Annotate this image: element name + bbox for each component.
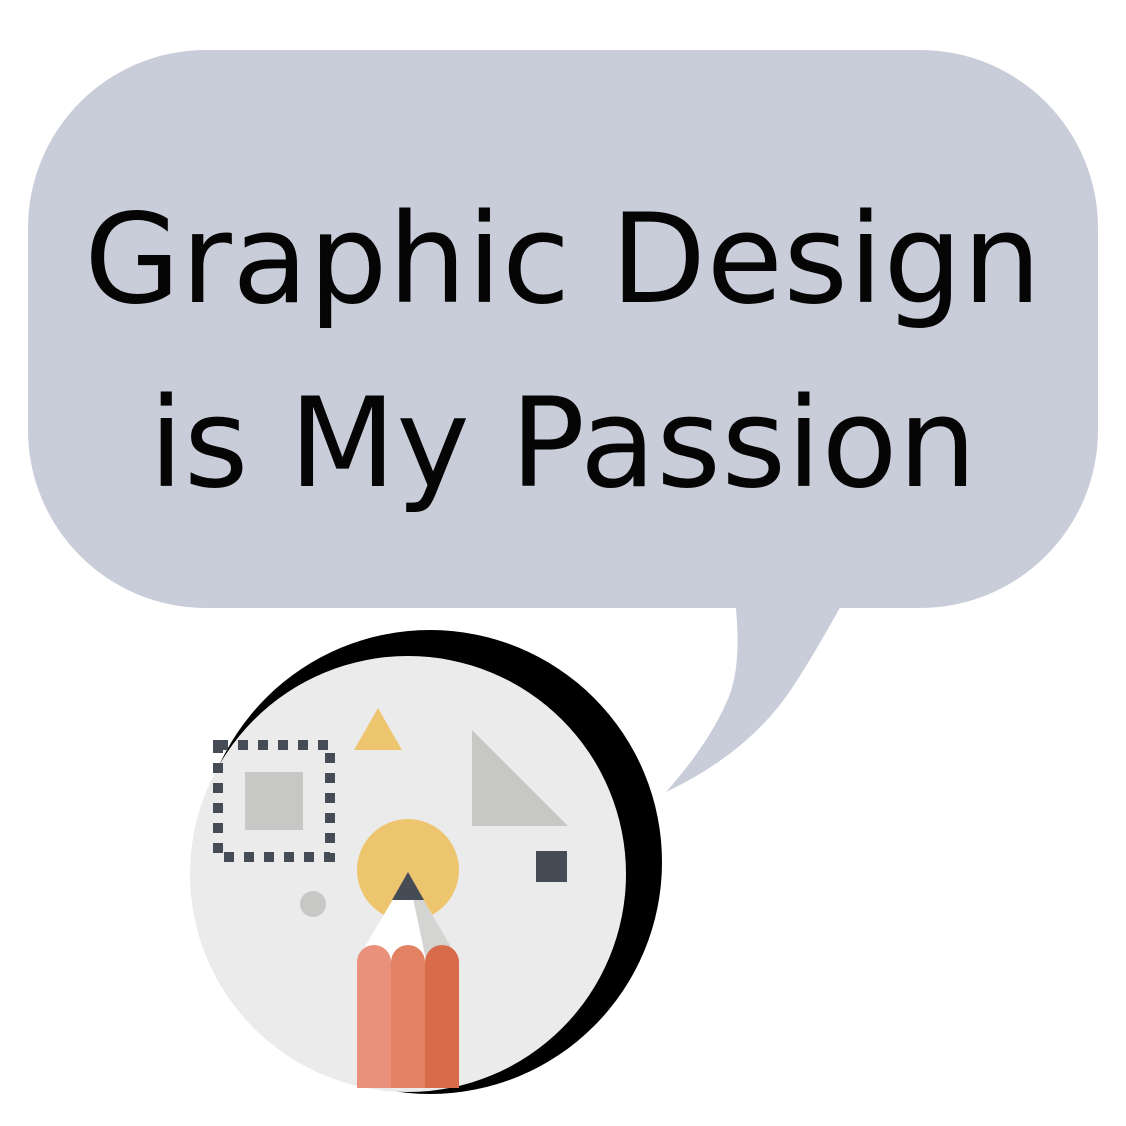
headline: Graphic Design is My Passion	[60, 168, 1066, 536]
headline-line-2: is My Passion	[148, 372, 978, 516]
dot-shape-icon	[300, 891, 326, 917]
pencil-body-left	[357, 962, 391, 1088]
square-shape-icon	[245, 772, 303, 830]
pencil-scallop-left	[357, 945, 391, 979]
poster: Graphic Design is My Passion	[0, 0, 1126, 1126]
pencil-body-right	[425, 962, 459, 1088]
pencil-scallop-middle	[391, 945, 425, 979]
speech-bubble-tail	[666, 600, 842, 792]
headline-line-1: Graphic Design	[84, 188, 1042, 332]
pencil-body-middle	[391, 962, 425, 1088]
small-square-icon	[536, 851, 567, 882]
pencil-scallop-right	[425, 945, 459, 979]
